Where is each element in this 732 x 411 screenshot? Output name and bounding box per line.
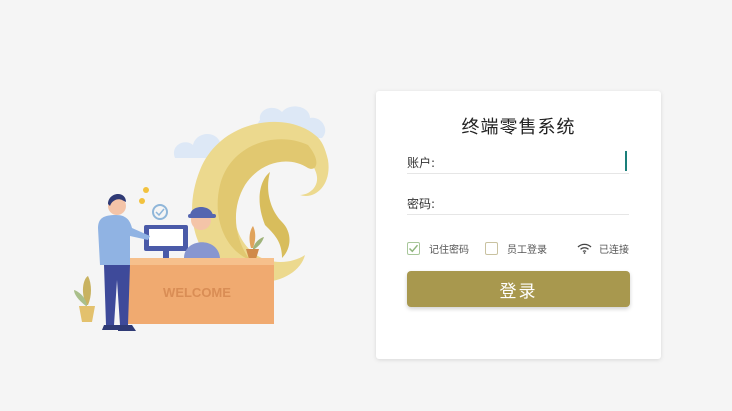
password-label: 密码:	[407, 196, 436, 211]
remember-password-checkbox[interactable]: 记住密码	[407, 241, 469, 256]
welcome-sign: WELCOME	[163, 285, 231, 300]
staff-login-checkbox[interactable]: 员工登录	[485, 241, 547, 256]
account-field[interactable]: 账户:	[407, 151, 629, 174]
remember-checkbox-box[interactable]	[407, 241, 420, 255]
connection-status-label: 已连接	[599, 244, 629, 256]
password-field[interactable]: 密码:	[407, 192, 629, 215]
remember-password-label: 记住密码	[429, 244, 469, 256]
staff-login-label: 员工登录	[507, 244, 547, 256]
page-title: 终端零售系统	[461, 117, 576, 138]
password-input[interactable]	[435, 193, 629, 213]
account-input[interactable]	[435, 152, 629, 172]
staff-checkbox-box[interactable]	[485, 241, 498, 255]
login-button[interactable]: 登录	[407, 271, 630, 307]
account-label: 账户:	[407, 155, 436, 170]
wifi-icon	[577, 243, 592, 254]
login-page: WELCOME 终端零售系统 账户: 密码: 记住密码 员工登录 已连接 登录	[0, 0, 732, 411]
welcome-desk-illustration: WELCOME	[74, 106, 329, 331]
login-card: 终端零售系统 账户: 密码: 记住密码 员工登录 已连接 登录	[376, 91, 661, 359]
text-cursor	[625, 151, 627, 171]
checkmark-icon	[408, 244, 419, 252]
connection-status: 已连接	[577, 241, 629, 256]
login-options: 记住密码 员工登录 已连接	[407, 240, 629, 256]
